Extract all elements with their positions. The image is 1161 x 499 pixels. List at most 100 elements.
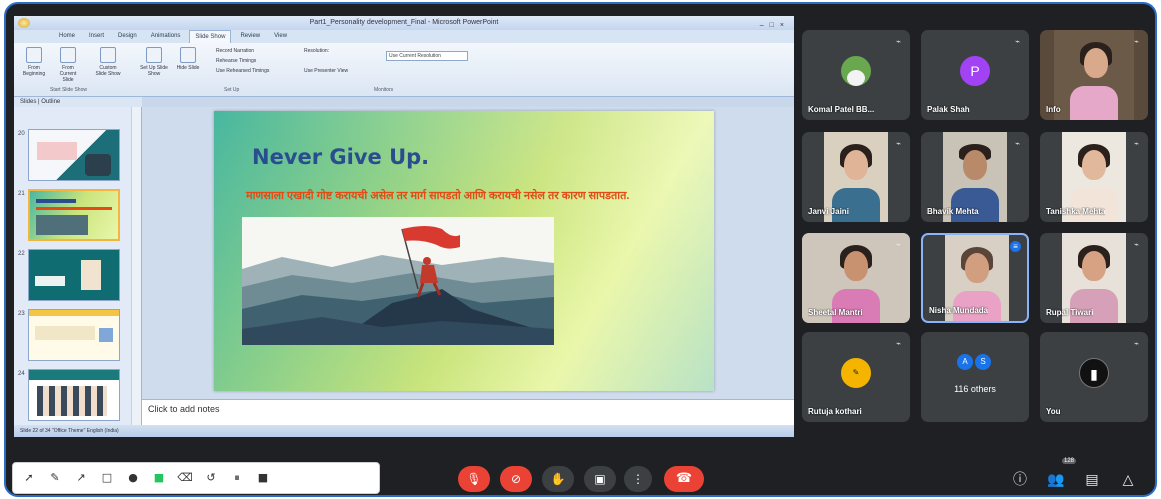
thumb-image <box>36 215 88 235</box>
slide-thumbnail[interactable] <box>28 129 120 181</box>
pen-icon[interactable]: ✎ <box>47 470 63 486</box>
mic-muted-icon: ⌁ <box>1134 139 1139 148</box>
tab-review[interactable]: Review <box>235 30 265 43</box>
presenter-view-checkbox[interactable]: Use Presenter View <box>304 68 348 74</box>
avatar: ✎ <box>841 358 871 388</box>
present-icon: ▣ <box>594 472 606 486</box>
participant-tile[interactable]: ⌁ Bhavik Mehta <box>921 132 1029 222</box>
group-monitors-label: Monitors <box>374 87 394 93</box>
tab-design[interactable]: Design <box>113 30 142 43</box>
slide-thumbnail[interactable] <box>28 249 120 301</box>
others-avatar-icon: S <box>975 354 991 370</box>
mic-toggle-button[interactable]: 🎙 <box>458 466 490 492</box>
use-timings-checkbox[interactable]: Use Rehearsed Timings <box>216 68 269 74</box>
participant-tile[interactable]: ⌁ Janvi Jaini <box>802 132 910 222</box>
tab-view[interactable]: View <box>269 30 292 43</box>
participant-tile[interactable]: ✎ ⌁ Rutuja kothari <box>802 332 910 422</box>
ppt-title-bar: Part1_Personality development_Final - Mi… <box>14 16 794 30</box>
video-body <box>1070 188 1118 222</box>
more-options-button[interactable]: ⋮ <box>624 466 652 492</box>
slide-editor: Never Give Up. माणसाला एखादी गोष्ट करायच… <box>142 107 794 399</box>
rectangle-icon[interactable]: □ <box>99 470 115 486</box>
video-face <box>965 253 989 283</box>
tab-insert[interactable]: Insert <box>84 30 109 43</box>
ppt-ribbon: From Beginning From Current Slide Custom… <box>14 43 794 97</box>
group-start-label: Start Slide Show <box>50 87 87 93</box>
meeting-info-button[interactable]: ⓘ <box>1010 470 1030 490</box>
mountain-flag-illustration <box>242 217 554 345</box>
slide-thumbnail[interactable] <box>28 309 120 361</box>
hide-slide-label: Hide Slide <box>176 65 200 71</box>
pause-icon[interactable]: ⏸ <box>229 470 245 486</box>
participant-tile[interactable]: P ⌁ Palak Shah <box>921 30 1029 120</box>
notes-pane[interactable]: Click to add notes <box>142 399 794 425</box>
color-picker-icon[interactable]: ■ <box>151 470 167 486</box>
participant-tile[interactable]: ⌁ Komal Patel BB... <box>802 30 910 120</box>
arrow-icon[interactable]: ↗ <box>73 470 89 486</box>
video-face <box>1082 251 1106 281</box>
thumb-image <box>37 386 107 416</box>
cursor-icon[interactable]: ➚ <box>21 470 37 486</box>
office-button-icon[interactable] <box>18 18 30 28</box>
video-face <box>844 251 868 281</box>
participant-tile[interactable]: ⌁ Sheetal Mantri <box>802 233 910 323</box>
tab-animations[interactable]: Animations <box>146 30 186 43</box>
from-beginning-button[interactable]: From Beginning <box>20 47 48 77</box>
participant-name: Rutuja kothari <box>808 407 862 416</box>
tab-slide-show[interactable]: Slide Show <box>189 30 232 43</box>
participant-tile[interactable]: ⌁ Info <box>1040 30 1148 120</box>
activities-button[interactable]: △ <box>1118 470 1138 490</box>
thumb-image <box>81 260 101 290</box>
setup-show-button[interactable]: Set Up Slide Show <box>140 47 168 77</box>
video-body <box>832 188 880 222</box>
thumbnail-scrollbar[interactable] <box>131 107 141 425</box>
self-tile[interactable]: ▮ ⌁ You <box>1040 332 1148 422</box>
participant-tile[interactable]: ⌁ Rupal Tiwari <box>1040 233 1148 323</box>
mic-muted-icon: ⌁ <box>1134 240 1139 249</box>
thumb-number: 24 <box>18 371 25 377</box>
present-button[interactable]: ▣ <box>584 466 616 492</box>
people-count-badge: 128 <box>1062 458 1077 464</box>
video-face <box>844 150 868 180</box>
others-tile[interactable]: A S 116 others <box>921 332 1029 422</box>
camera-toggle-button[interactable]: ⊘ <box>500 466 532 492</box>
stop-icon[interactable]: ■ <box>255 470 271 486</box>
setup-icon <box>146 47 162 63</box>
camera-off-icon: ⊘ <box>510 472 522 486</box>
undo-icon[interactable]: ↺ <box>203 470 219 486</box>
raise-hand-button[interactable]: ✋ <box>542 466 574 492</box>
group-setup-label: Set Up <box>224 87 240 93</box>
circle-icon[interactable]: ● <box>125 470 141 486</box>
slide-thumbnail[interactable] <box>28 369 120 421</box>
activities-icon: △ <box>1122 472 1134 488</box>
speaking-indicator-icon: ≡ <box>1010 241 1021 252</box>
slides-outline-tabs[interactable]: Slides | Outline <box>14 97 142 107</box>
end-call-button[interactable]: ☎ <box>664 466 704 492</box>
hide-slide-button[interactable]: Hide Slide <box>174 47 202 71</box>
thumb-number: 23 <box>18 311 25 317</box>
participant-tile-speaking[interactable]: ≡ Nisha Mundada <box>921 233 1029 323</box>
rehearse-timings-button[interactable]: Rehearse Timings <box>216 58 256 64</box>
tab-home[interactable]: Home <box>54 30 80 43</box>
people-button[interactable]: 👥 <box>1046 470 1066 490</box>
participant-tile[interactable]: ⌁ Tanishka Mehta <box>1040 132 1148 222</box>
info-icon: ⓘ <box>1013 472 1027 488</box>
thumb-number: 21 <box>18 191 25 197</box>
record-narration-button[interactable]: Record Narration <box>216 48 254 54</box>
slideshow-icon <box>60 47 76 63</box>
chat-button[interactable]: ▤ <box>1082 470 1102 490</box>
from-current-button[interactable]: From Current Slide <box>54 47 82 83</box>
mic-muted-icon: ⌁ <box>1015 37 1020 46</box>
participant-name: Info <box>1046 105 1061 114</box>
eraser-icon[interactable]: ⌫ <box>177 470 193 486</box>
more-icon: ⋮ <box>632 472 644 486</box>
ppt-status-bar: Slide 22 of 34 "Office Theme" English (I… <box>14 425 794 437</box>
thumb-band <box>29 310 119 316</box>
from-beginning-label: From Beginning <box>22 65 46 77</box>
participant-name: Palak Shah <box>927 105 970 114</box>
hide-slide-icon <box>180 47 196 63</box>
resolution-select[interactable]: Use Current Resolution <box>386 51 468 61</box>
self-avatar-icon: ▮ <box>1079 358 1109 388</box>
custom-show-button[interactable]: Custom Slide Show <box>94 47 122 77</box>
slide-thumbnail-selected[interactable] <box>28 189 120 241</box>
